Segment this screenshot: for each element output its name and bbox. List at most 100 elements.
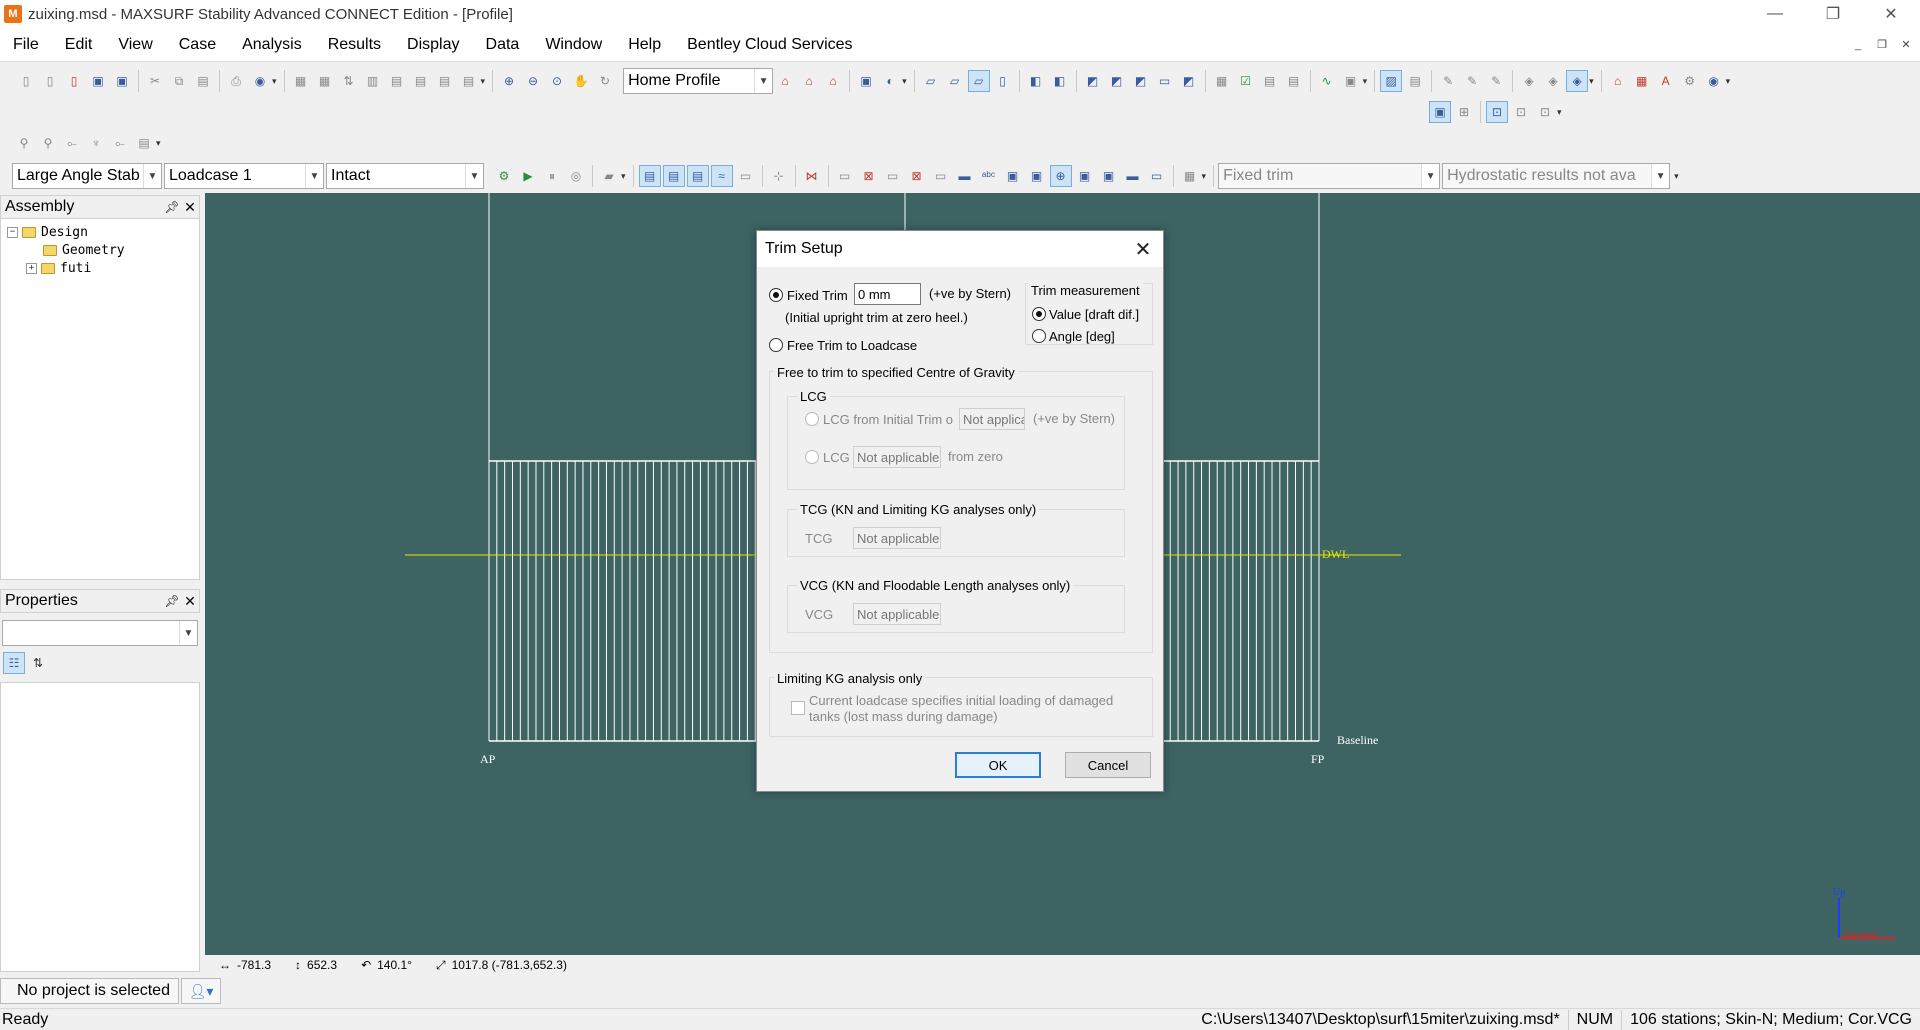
criteria-icon[interactable]: ⋈ [801, 165, 823, 187]
tcg-input[interactable]: Not applicable [853, 527, 941, 549]
box-12-icon[interactable]: ▬ [1122, 165, 1144, 187]
check-icon[interactable]: ☑ [1235, 70, 1257, 92]
print-icon[interactable]: ⎙ [225, 70, 247, 92]
window-icon[interactable]: ▣ [1340, 70, 1362, 92]
layers-2-icon[interactable]: ◈ [1542, 70, 1564, 92]
view-profile-icon[interactable]: ▱ [967, 70, 990, 92]
menu-analysis[interactable]: Analysis [229, 28, 315, 62]
columns-icon[interactable]: ▥ [362, 70, 384, 92]
box-5-icon[interactable]: ▭ [930, 165, 952, 187]
damaged-tanks-checkbox[interactable] [791, 701, 805, 715]
menu-file[interactable]: File [0, 28, 52, 62]
table-icon[interactable]: ▦ [290, 70, 312, 92]
view-body-icon[interactable]: ▱ [944, 70, 966, 92]
edit-icon[interactable]: ✎ [1437, 70, 1459, 92]
close-window-button[interactable]: ✕ [1862, 0, 1920, 28]
home-view-icon[interactable]: ⌂ [774, 70, 796, 92]
compartment-4-icon[interactable]: ▭ [1154, 70, 1176, 92]
grid-icon[interactable]: ▦ [1211, 70, 1233, 92]
view-combo[interactable]: Home Profile ▼ [623, 68, 774, 94]
save-icon[interactable]: ▣ [87, 70, 109, 92]
hydrostatic-combo[interactable]: Hydrostatic results not ava ▼ [1442, 163, 1671, 189]
settings-icon[interactable]: ⚙ [1679, 70, 1701, 92]
sort-icon[interactable]: ⇅ [338, 70, 360, 92]
open-icon[interactable]: ▯ [39, 70, 61, 92]
box-6-icon[interactable]: ▬ [954, 165, 976, 187]
report-icon[interactable]: ▤ [458, 70, 480, 92]
zoom-in-icon[interactable]: ⊕ [498, 70, 520, 92]
tree-item-futi[interactable]: + futi [1, 259, 199, 277]
pan-icon[interactable]: ✋ [570, 70, 592, 92]
copy-icon[interactable]: ⧉ [168, 70, 190, 92]
view-perspective-icon[interactable]: ▯ [992, 70, 1014, 92]
edit-2-icon[interactable]: ✎ [1461, 70, 1483, 92]
menu-edit[interactable]: Edit [52, 28, 106, 62]
pin-icon[interactable]: 📌︎ [163, 594, 181, 608]
ok-button[interactable]: OK [955, 752, 1041, 778]
layers-icon[interactable]: ◈ [1518, 70, 1540, 92]
compartment-2-icon[interactable]: ◩ [1106, 70, 1128, 92]
box-4-icon[interactable]: ⊠ [906, 165, 928, 187]
vcg-input[interactable]: Not applicable [853, 603, 941, 625]
frame-icon[interactable]: ▣ [1429, 101, 1451, 123]
rows-icon[interactable]: ▤ [386, 70, 408, 92]
close-file-icon[interactable]: ▯ [63, 70, 85, 92]
trim-mode-combo[interactable]: Fixed trim ▼ [1218, 163, 1441, 189]
graph-icon[interactable]: ∿ [1316, 70, 1338, 92]
box-3-icon[interactable]: ▭ [882, 165, 904, 187]
tree-item-geometry[interactable]: Geometry [1, 241, 199, 259]
menu-case[interactable]: Case [166, 28, 229, 62]
ship-icon[interactable]: ▰ [598, 165, 620, 187]
view-plan-icon[interactable]: ▱ [920, 70, 942, 92]
menu-display[interactable]: Display [394, 28, 472, 62]
tool-1-icon[interactable]: ⚲ [13, 132, 35, 154]
box-1-icon[interactable]: ▭ [834, 165, 856, 187]
lcg-input[interactable]: Not applicable [853, 446, 941, 468]
rotate-icon[interactable]: ↻ [594, 70, 616, 92]
categorized-icon[interactable]: ☷ [3, 652, 25, 674]
tool-3-icon[interactable]: ⟜ [61, 132, 83, 154]
condition-combo[interactable]: Intact ▼ [326, 163, 484, 189]
tool-2-icon[interactable]: ⚲ [37, 132, 59, 154]
compartment-5-icon[interactable]: ◩ [1178, 70, 1200, 92]
home-reset-icon[interactable]: ⌂ [822, 70, 844, 92]
box-10-icon[interactable]: ▣ [1074, 165, 1096, 187]
zoom-out-icon[interactable]: ⊖ [522, 70, 544, 92]
trim-icon[interactable]: ▤ [662, 165, 685, 187]
grid-2-icon[interactable]: ⊹ [768, 165, 790, 187]
cancel-button[interactable]: Cancel [1065, 752, 1151, 778]
frame-2-icon[interactable]: ⊞ [1453, 101, 1475, 123]
paste-icon[interactable]: ▤ [192, 70, 214, 92]
stop-icon[interactable]: ◎ [565, 165, 587, 187]
sheet-icon[interactable]: ▤ [1259, 70, 1281, 92]
menu-view[interactable]: View [105, 28, 165, 62]
menu-data[interactable]: Data [473, 28, 533, 62]
tank-icon[interactable]: ◧ [1025, 70, 1047, 92]
compartment-icon[interactable]: ◩ [1082, 70, 1104, 92]
menu-window[interactable]: Window [532, 28, 615, 62]
options-icon[interactable]: ◉ [1703, 70, 1725, 92]
equilibrium-icon[interactable]: ▤ [686, 165, 709, 187]
cut-icon[interactable]: ✂ [144, 70, 166, 92]
menu-bentley-cloud[interactable]: Bentley Cloud Services [674, 28, 865, 62]
density-icon[interactable]: ▭ [735, 165, 757, 187]
compartment-3-icon[interactable]: ◩ [1130, 70, 1152, 92]
assembly-icon[interactable]: ▣ [855, 70, 877, 92]
menu-help[interactable]: Help [615, 28, 674, 62]
help-icon[interactable]: ◉ [249, 70, 271, 92]
zoom-window-icon[interactable]: ⊙ [546, 70, 568, 92]
house-icon[interactable]: ⌂ [1607, 70, 1629, 92]
section-icon[interactable]: ⊡ [1486, 101, 1508, 123]
lcg-radio[interactable] [805, 450, 819, 464]
wave-icon[interactable]: ≈ [710, 165, 733, 187]
start-icon[interactable]: ▶ [517, 165, 539, 187]
expand-icon[interactable]: + [26, 262, 37, 274]
table-3-icon[interactable]: ▦ [1179, 165, 1201, 187]
alphabetical-sort-icon[interactable]: ⇅ [27, 652, 49, 674]
mdi-minimize-button[interactable]: _ [1848, 35, 1868, 55]
solve-icon[interactable]: ⚙ [493, 165, 515, 187]
results-icon[interactable]: ▨ [1380, 70, 1403, 92]
analysis-type-combo[interactable]: Large Angle Stab ▼ [12, 163, 162, 189]
collapse-icon[interactable]: − [7, 226, 18, 238]
close-icon[interactable]: ✕ [181, 593, 199, 610]
